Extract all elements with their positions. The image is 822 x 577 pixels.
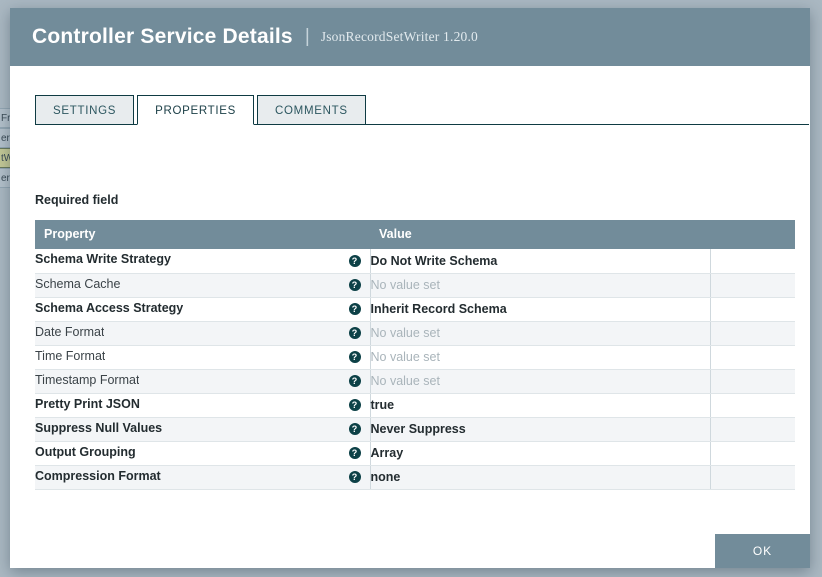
dialog-title: Controller Service Details	[32, 25, 293, 48]
property-label: Timestamp Format	[35, 372, 140, 387]
help-icon[interactable]: ?	[348, 471, 361, 483]
property-name-cell: Schema Access Strategy?	[35, 297, 371, 322]
property-label: Suppress Null Values	[35, 420, 163, 435]
property-value-cell[interactable]: Never Suppress	[370, 417, 711, 442]
property-label: Pretty Print JSON	[35, 396, 140, 411]
table-row[interactable]: Schema Access Strategy? Inherit Record Sc…	[35, 297, 795, 322]
property-name-cell: Pretty Print JSON?	[35, 393, 371, 418]
help-icon[interactable]: ?	[348, 375, 361, 387]
property-value-cell[interactable]: none	[370, 465, 711, 490]
help-icon[interactable]: ?	[348, 254, 361, 267]
help-icon[interactable]: ?	[348, 303, 361, 315]
property-value-cell[interactable]: No value set	[370, 369, 711, 394]
tab-properties[interactable]: PROPERTIES	[137, 95, 255, 125]
property-extra-cell	[710, 273, 795, 298]
tab-bar: SETTINGS PROPERTIES COMMENTS	[35, 94, 809, 125]
help-icon[interactable]: ?	[348, 351, 361, 363]
property-name-cell: Output Grouping?	[35, 441, 371, 466]
dialog-header: Controller Service Details | JsonRecordS…	[10, 8, 810, 66]
dialog-subtitle: JsonRecordSetWriter 1.20.0	[320, 29, 479, 44]
table-row[interactable]: Compression Format? none	[35, 465, 795, 490]
table-row[interactable]: Output Grouping? Array	[35, 441, 795, 466]
property-label: Date Format	[35, 324, 105, 339]
property-label: Schema Write Strategy	[35, 252, 171, 267]
property-extra-cell	[710, 297, 795, 322]
property-value-cell[interactable]: No value set	[370, 345, 711, 370]
property-name-cell: Suppress Null Values?	[35, 417, 371, 442]
table-row[interactable]: Time Format? No value set	[35, 345, 795, 370]
property-extra-cell	[710, 417, 795, 442]
property-extra-cell	[710, 321, 795, 346]
property-value-cell[interactable]: Array	[370, 441, 711, 466]
property-value-cell[interactable]: true	[370, 393, 711, 418]
dialog-body: SETTINGS PROPERTIES COMMENTS Required fiel…	[10, 66, 810, 568]
property-extra-cell	[710, 465, 795, 490]
property-extra-cell	[710, 249, 795, 274]
column-header-value: Value	[370, 220, 710, 249]
property-label: Compression Format	[35, 468, 161, 483]
property-name-cell: Date Format?	[35, 321, 371, 346]
column-header-property: Property	[35, 220, 370, 249]
help-icon[interactable]: ?	[348, 399, 361, 411]
property-label: Output Grouping	[35, 444, 136, 459]
properties-table-header-row: Property Value	[35, 220, 795, 249]
help-icon[interactable]: ?	[348, 279, 361, 291]
property-value-cell[interactable]: Do Not Write Schema	[370, 249, 711, 274]
dialog-footer: OK	[10, 534, 810, 568]
property-value-cell[interactable]: No value set	[370, 321, 711, 346]
controller-service-details-dialog: Controller Service Details | JsonRecordS…	[10, 8, 810, 568]
help-icon[interactable]: ?	[348, 423, 361, 435]
column-header-extra	[710, 220, 795, 249]
title-separator: |	[304, 26, 310, 47]
property-name-cell: Schema Cache?	[35, 273, 371, 298]
property-label: Schema Cache	[35, 276, 121, 291]
properties-table-head: Property Value	[35, 220, 795, 249]
tab-settings[interactable]: SETTINGS	[35, 95, 135, 125]
property-label: Time Format	[35, 348, 106, 363]
property-name-cell: Compression Format?	[35, 465, 371, 490]
table-row[interactable]: Suppress Null Values? Never Suppress	[35, 417, 795, 442]
table-row[interactable]: Schema Write Strategy? Do Not Write Schem…	[35, 249, 795, 274]
table-row[interactable]: Schema Cache? No value set	[35, 273, 795, 298]
property-name-cell: Timestamp Format?	[35, 369, 371, 394]
table-row[interactable]: Date Format? No value set	[35, 321, 795, 346]
property-value-cell[interactable]: No value set	[370, 273, 711, 298]
properties-table: Property Value Schema Write Strategy? Do …	[35, 220, 795, 490]
property-name-cell: Time Format?	[35, 345, 371, 370]
property-label: Schema Access Strategy	[35, 300, 184, 315]
property-name-cell: Schema Write Strategy?	[35, 249, 371, 274]
table-row[interactable]: Timestamp Format? No value set	[35, 369, 795, 394]
table-row[interactable]: Pretty Print JSON? true	[35, 393, 795, 418]
tab-comments[interactable]: COMMENTS	[257, 95, 366, 125]
property-extra-cell	[710, 345, 795, 370]
property-extra-cell	[710, 393, 795, 418]
required-field-note: Required field	[35, 193, 119, 207]
property-extra-cell	[710, 369, 795, 394]
help-icon[interactable]: ?	[348, 447, 361, 459]
property-value-cell[interactable]: Inherit Record Schema	[370, 297, 711, 322]
properties-table-body: Schema Write Strategy? Do Not Write Schem…	[35, 249, 795, 490]
help-icon[interactable]: ?	[348, 327, 361, 339]
ok-button[interactable]: OK	[715, 534, 810, 568]
property-extra-cell	[710, 441, 795, 466]
